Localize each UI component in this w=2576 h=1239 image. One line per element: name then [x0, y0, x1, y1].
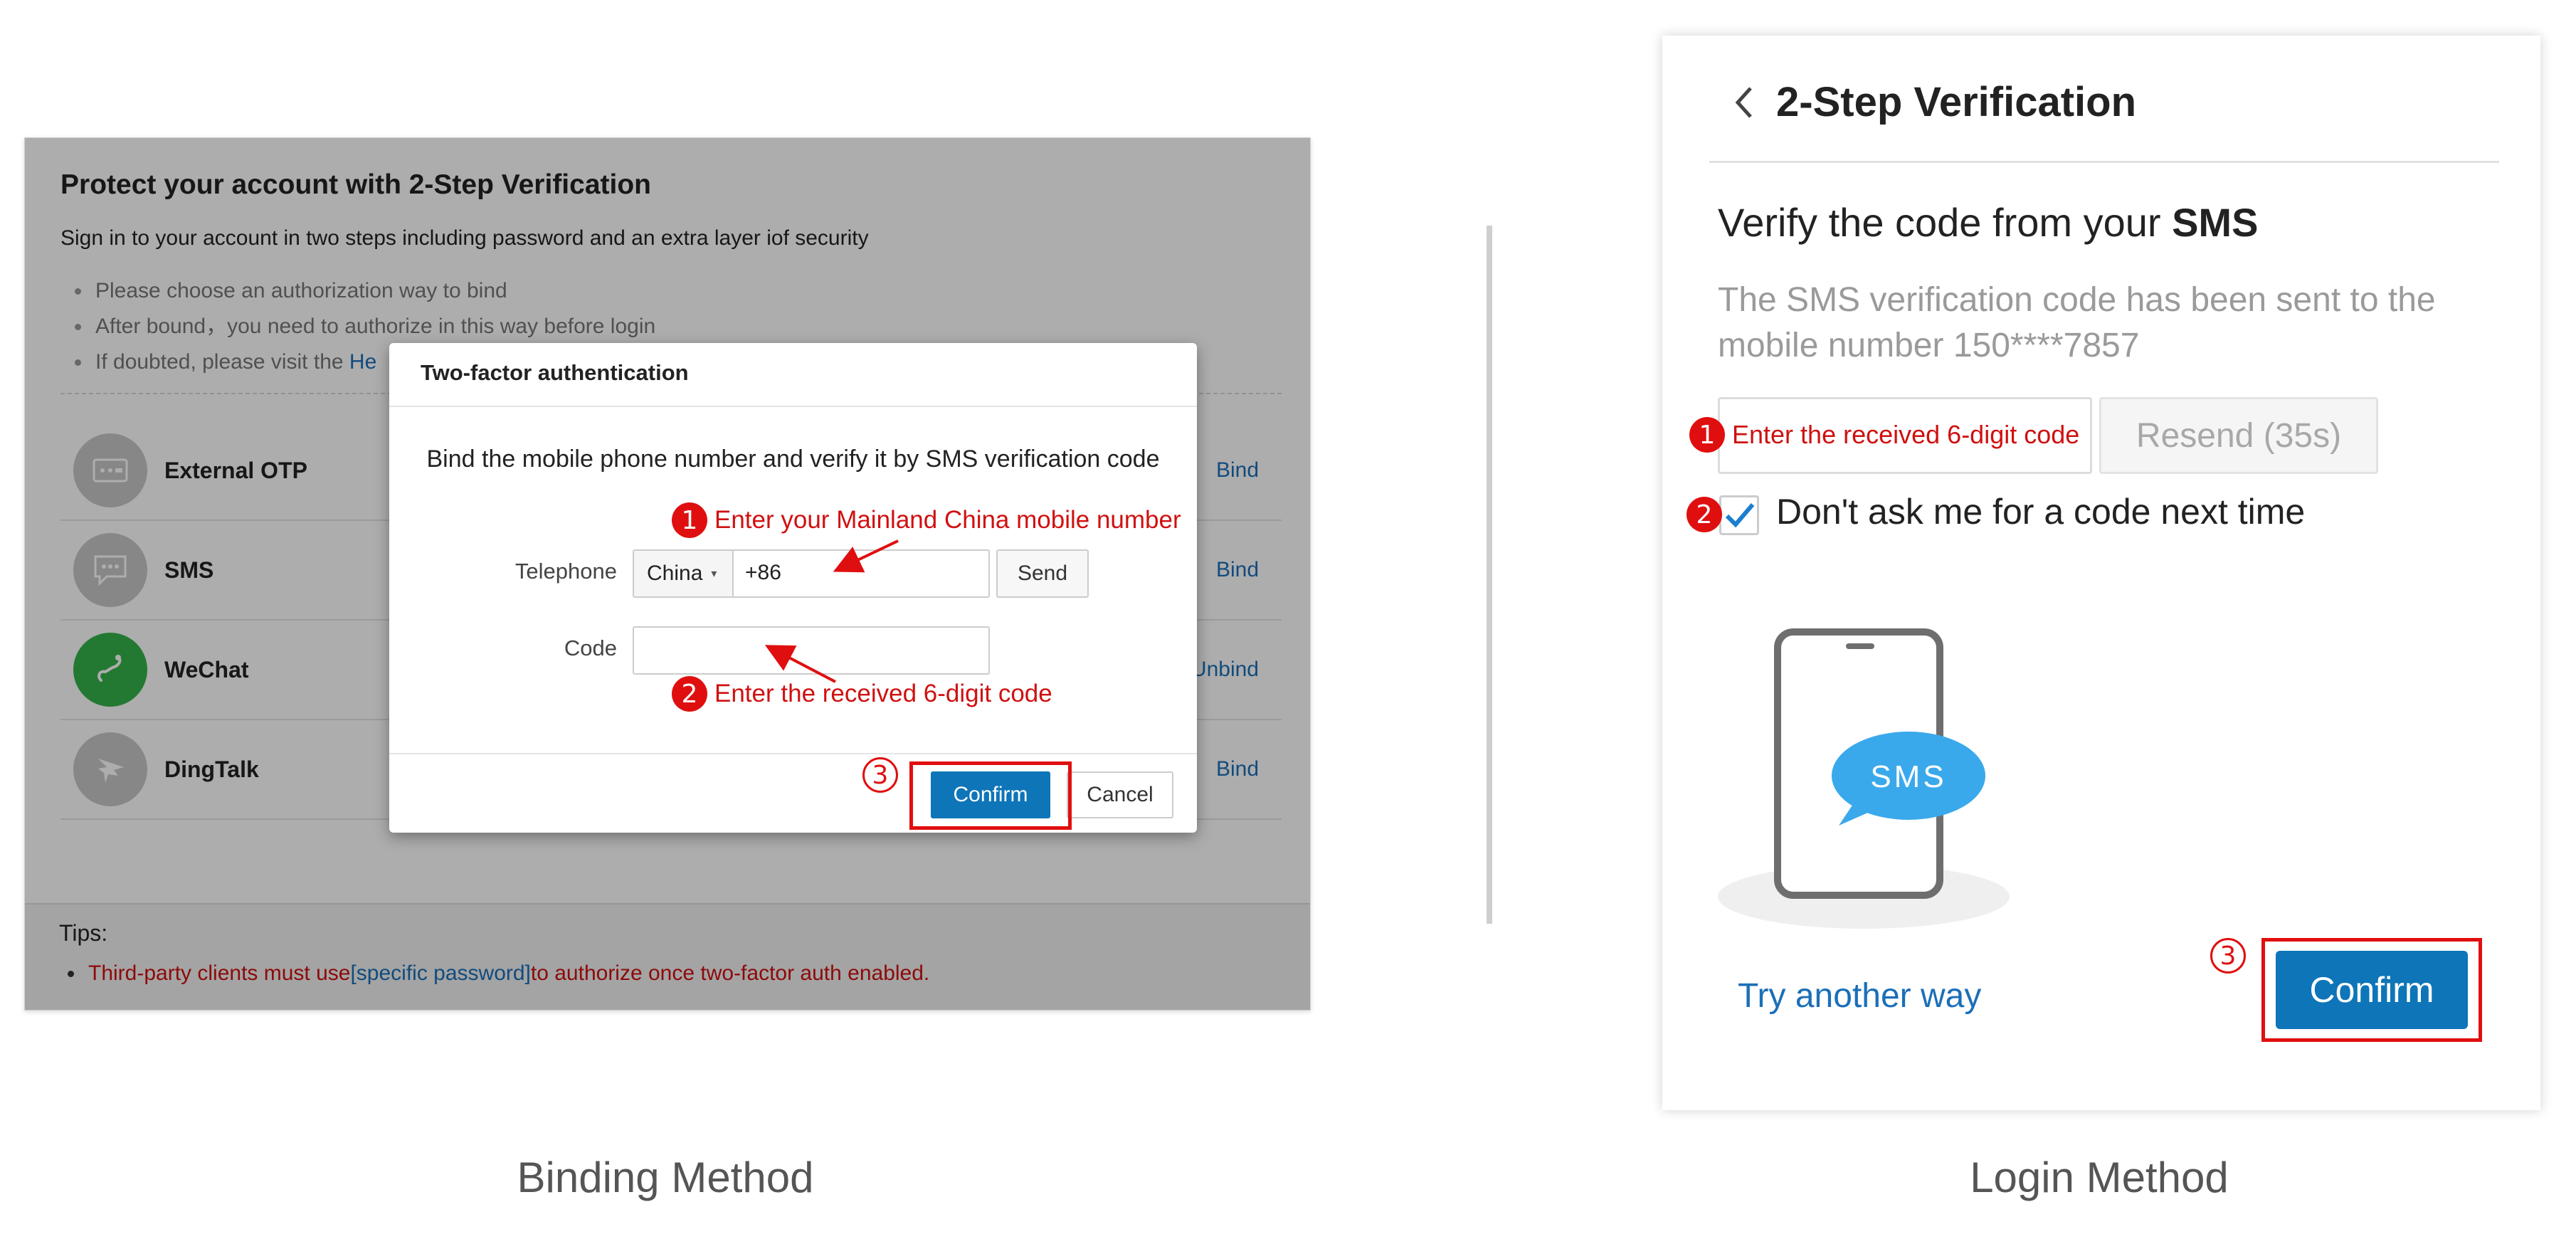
dialog-footer-divider — [389, 753, 1197, 754]
code-label: Code — [564, 636, 617, 660]
dialog-title: Two-factor authentication — [421, 360, 689, 385]
send-button[interactable]: Send — [996, 549, 1089, 598]
remember-checkbox-label[interactable]: Don't ask me for a code next time — [1776, 491, 2305, 532]
vertical-divider — [1487, 226, 1492, 924]
telephone-field: China ▾ +86 — [633, 549, 990, 598]
page-title: 2-Step Verification — [1776, 79, 2137, 125]
step-number-badge: 3 — [2210, 938, 2246, 974]
annotation-step-3: 3 — [2210, 938, 2253, 974]
phone-input[interactable]: +86 — [745, 561, 781, 585]
resend-button[interactable]: Resend (35s) — [2099, 397, 2378, 474]
annotation-step-3: 3 — [862, 757, 905, 793]
step-number-badge: 1 — [672, 502, 707, 538]
annotation-step-1: 1 Enter your Mainland China mobile numbe… — [672, 502, 1181, 538]
step-number-badge: 2 — [672, 676, 707, 712]
confirm-highlight-box — [2261, 938, 2482, 1042]
phone-illustration: SMS — [1718, 628, 2010, 929]
step-number-badge: 3 — [862, 757, 898, 793]
step-number-badge: 1 — [1689, 417, 1725, 453]
caret-down-icon: ▾ — [711, 568, 717, 580]
country-select[interactable]: China ▾ — [634, 551, 734, 596]
back-arrow-icon[interactable] — [1733, 85, 1753, 123]
title-divider — [1709, 161, 2499, 163]
step-number-badge: 2 — [1686, 497, 1722, 532]
sms-bubble-text: SMS — [1870, 759, 1946, 794]
confirm-highlight-box — [909, 761, 1072, 830]
code-input[interactable] — [633, 626, 990, 675]
sms-sent-message: The SMS verification code has been sent … — [1718, 281, 2436, 364]
annotation-step-1: 1 Enter the received 6-digit code — [1689, 417, 2079, 453]
login-method-caption: Login Method — [1970, 1154, 2229, 1201]
dialog-divider — [389, 406, 1197, 407]
two-factor-dialog: Two-factor authentication Bind the mobil… — [389, 343, 1197, 833]
login-verification-panel: 2-Step Verification Verify the code from… — [1662, 36, 2540, 1110]
try-another-way-link[interactable]: Try another way — [1738, 976, 1981, 1016]
annotation-step-2: 2 Enter the received 6-digit code — [672, 676, 1052, 712]
cancel-button[interactable]: Cancel — [1067, 771, 1173, 818]
telephone-label: Telephone — [514, 559, 617, 584]
dialog-description: Bind the mobile phone number and verify … — [426, 445, 1160, 473]
annotation-step-2: 2 — [1686, 497, 1729, 532]
binding-method-caption: Binding Method — [517, 1154, 814, 1201]
verify-heading: Verify the code from your SMS — [1718, 200, 2259, 245]
